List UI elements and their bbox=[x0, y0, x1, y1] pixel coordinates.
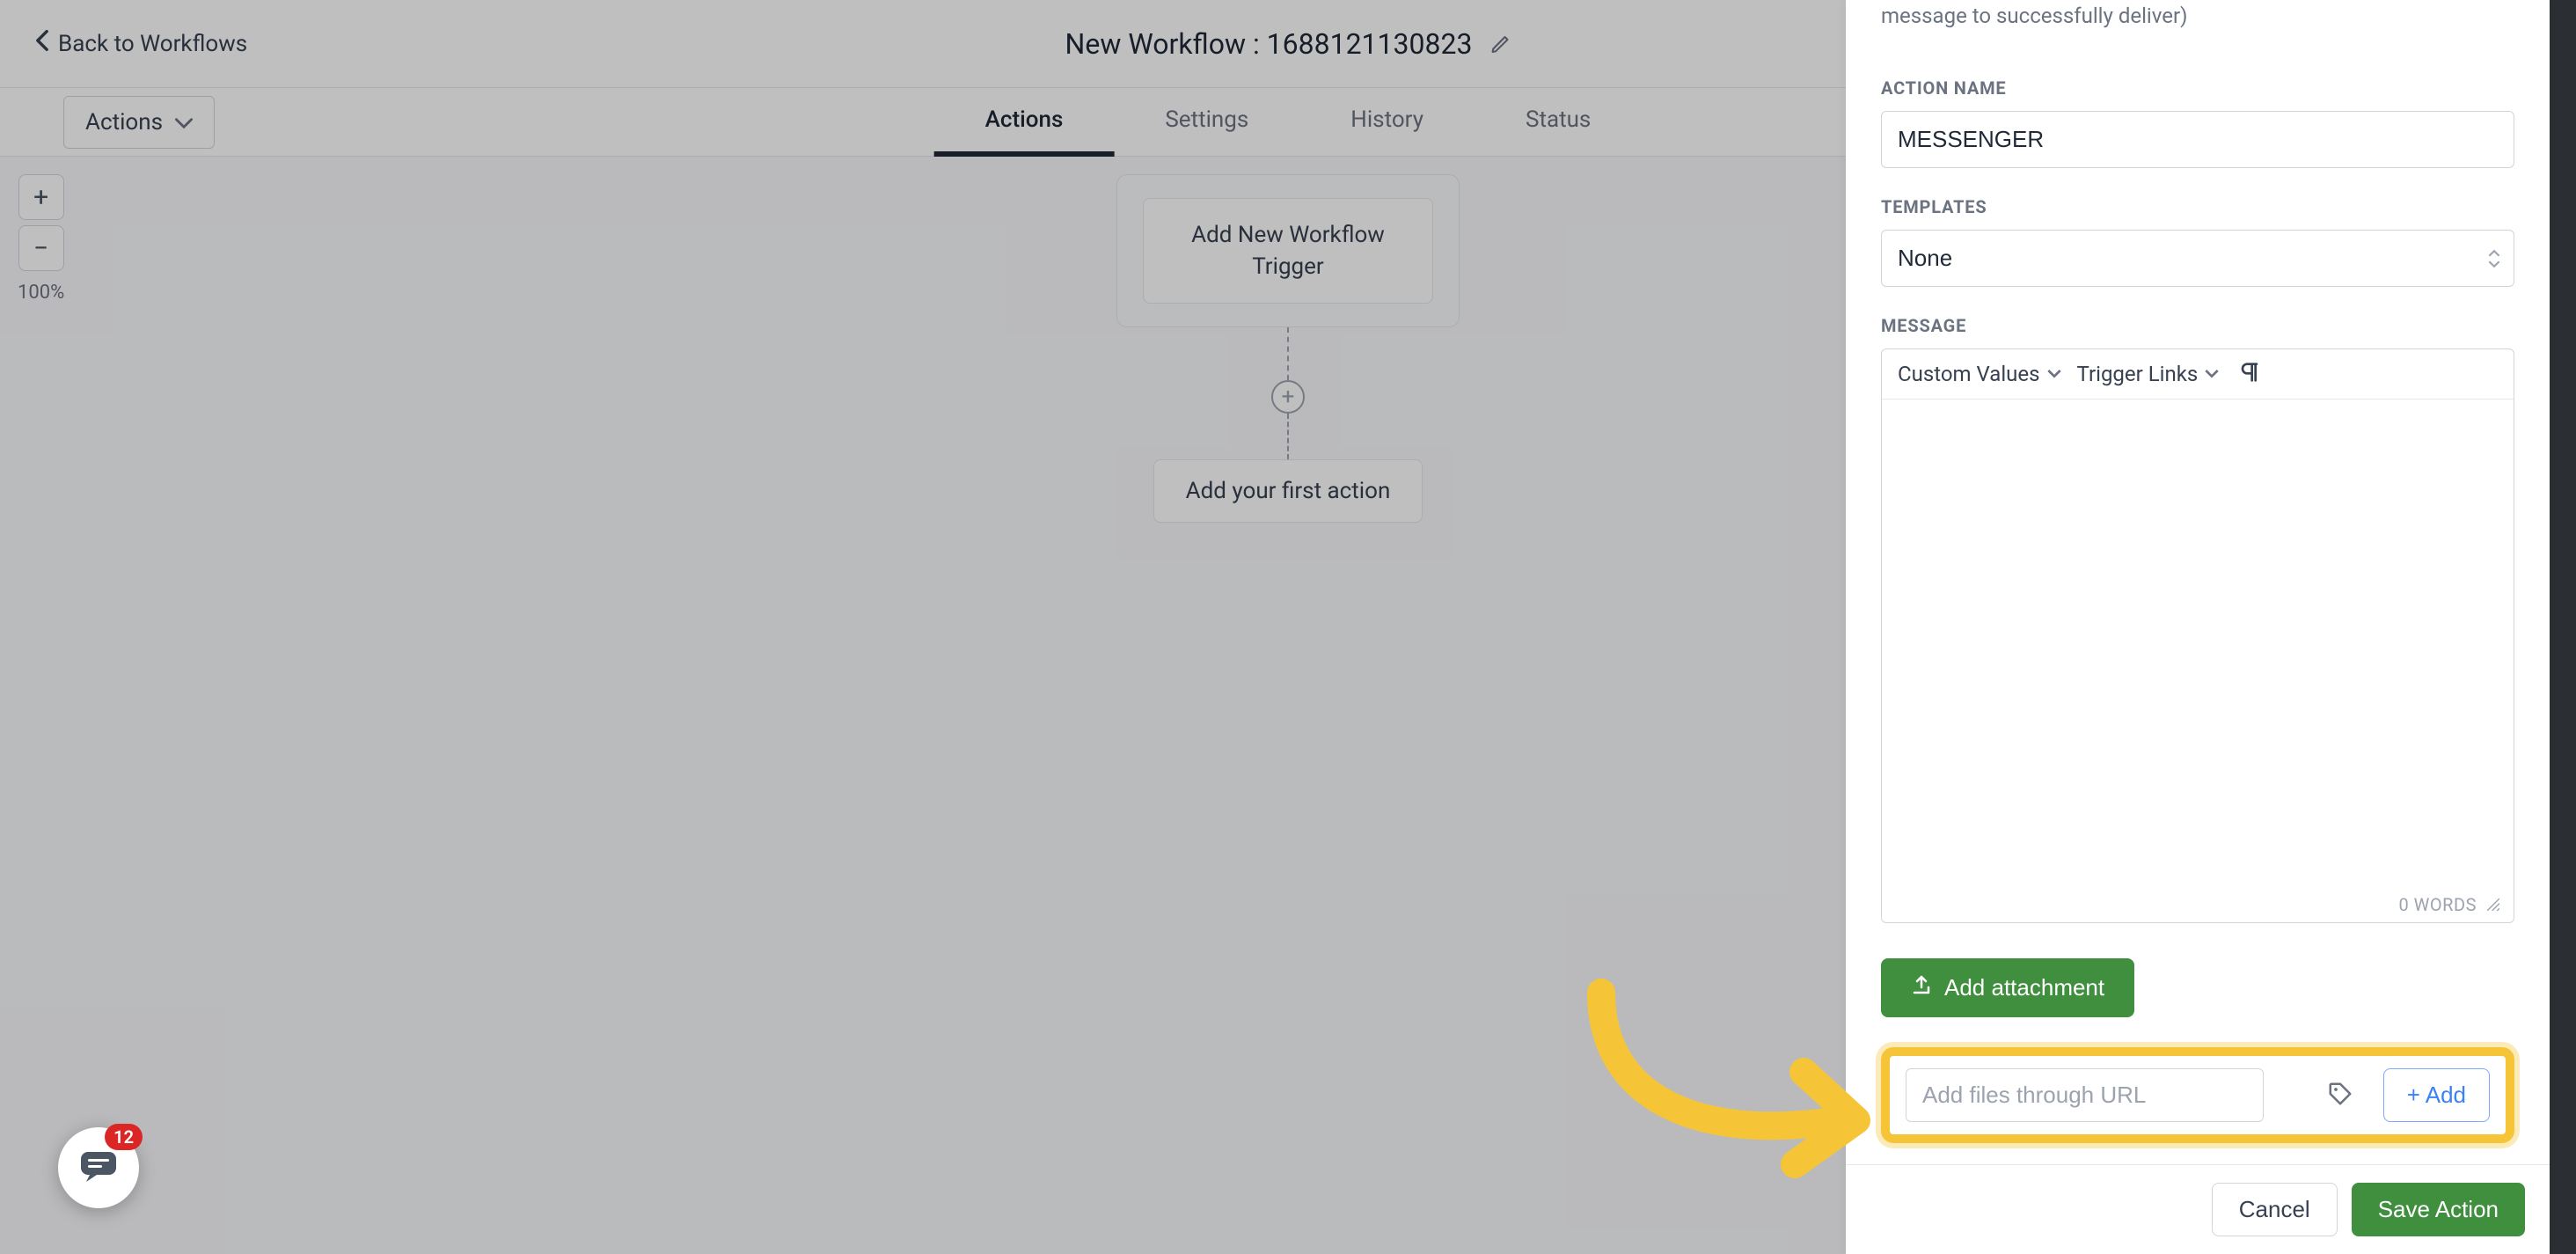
zoom-out-button[interactable]: − bbox=[18, 225, 64, 271]
action-side-panel: message to successfully deliver) ACTION … bbox=[1846, 0, 2550, 1254]
tag-icon[interactable] bbox=[2327, 1081, 2353, 1111]
add-node-button[interactable]: + bbox=[1271, 380, 1305, 414]
word-count: 0 WORDS bbox=[2398, 894, 2477, 915]
url-attachment-row: + Add bbox=[1906, 1068, 2490, 1122]
action-name-field: ACTION NAME bbox=[1881, 77, 2514, 168]
chat-icon bbox=[77, 1145, 120, 1191]
actions-dropdown-label: Actions bbox=[85, 109, 163, 136]
add-url-button[interactable]: + Add bbox=[2383, 1068, 2490, 1122]
message-textarea[interactable] bbox=[1882, 400, 2514, 885]
message-label: MESSAGE bbox=[1881, 315, 2514, 336]
chevron-left-icon bbox=[35, 30, 49, 57]
connector-line bbox=[1287, 414, 1289, 459]
chat-badge: 12 bbox=[105, 1124, 143, 1150]
back-link-label: Back to Workflows bbox=[58, 31, 247, 57]
tab-settings[interactable]: Settings bbox=[1114, 88, 1299, 157]
actions-dropdown[interactable]: Actions bbox=[63, 96, 215, 149]
zoom-in-button[interactable]: + bbox=[18, 174, 64, 220]
add-attachment-button[interactable]: Add attachment bbox=[1881, 958, 2134, 1017]
panel-footer: Cancel Save Action bbox=[1846, 1164, 2550, 1254]
edit-title-icon[interactable] bbox=[1489, 33, 1511, 55]
action-name-input[interactable] bbox=[1881, 111, 2514, 168]
message-editor: Custom Values Trigger Links 0 W bbox=[1881, 348, 2514, 923]
node-stack: Add New Workflow Trigger + Add your firs… bbox=[1116, 174, 1460, 523]
add-trigger-button[interactable]: Add New Workflow Trigger bbox=[1143, 198, 1433, 304]
action-name-label: ACTION NAME bbox=[1881, 77, 2514, 99]
message-field: MESSAGE Custom Values Trigger Links bbox=[1881, 315, 2514, 923]
file-url-input[interactable] bbox=[1906, 1068, 2264, 1122]
templates-value[interactable] bbox=[1881, 230, 2514, 287]
save-action-button[interactable]: Save Action bbox=[2352, 1183, 2525, 1236]
zoom-level-label: 100% bbox=[18, 282, 64, 304]
templates-select[interactable] bbox=[1881, 230, 2514, 287]
message-footer: 0 WORDS bbox=[1882, 889, 2514, 922]
select-sort-icon bbox=[2488, 249, 2500, 268]
chevron-down-icon bbox=[175, 109, 193, 136]
upload-icon bbox=[1911, 974, 1932, 1001]
panel-body: ACTION NAME TEMPLATES MESSAGE bbox=[1846, 51, 2550, 1164]
message-toolbar: Custom Values Trigger Links bbox=[1882, 349, 2514, 400]
trigger-links-dropdown[interactable]: Trigger Links bbox=[2077, 362, 2220, 386]
add-first-action-button[interactable]: Add your first action bbox=[1153, 459, 1423, 523]
tabs: Actions Settings History Status bbox=[934, 88, 1643, 157]
templates-field: TEMPLATES bbox=[1881, 196, 2514, 287]
zoom-controls: + − 100% bbox=[18, 174, 64, 304]
chat-widget-button[interactable]: 12 bbox=[58, 1127, 139, 1208]
url-input-wrap bbox=[1906, 1068, 2366, 1122]
trigger-card: Add New Workflow Trigger bbox=[1116, 174, 1460, 327]
resize-handle-icon[interactable] bbox=[2487, 894, 2499, 915]
workflow-title: New Workflow : 1688121130823 bbox=[1065, 27, 1473, 61]
templates-label: TEMPLATES bbox=[1881, 196, 2514, 217]
url-attachment-highlight: + Add bbox=[1881, 1047, 2514, 1143]
tab-history[interactable]: History bbox=[1299, 88, 1475, 157]
custom-values-dropdown[interactable]: Custom Values bbox=[1898, 362, 2061, 386]
paragraph-icon[interactable] bbox=[2240, 362, 2259, 386]
tab-actions[interactable]: Actions bbox=[934, 88, 1115, 157]
tab-status[interactable]: Status bbox=[1475, 88, 1642, 157]
right-edge-strip bbox=[2550, 0, 2576, 1254]
cancel-button[interactable]: Cancel bbox=[2212, 1183, 2338, 1236]
connector-line bbox=[1287, 327, 1289, 380]
workflow-title-wrap: New Workflow : 1688121130823 bbox=[1065, 27, 1511, 61]
panel-header-note: message to successfully deliver) bbox=[1846, 0, 2550, 51]
back-to-workflows-link[interactable]: Back to Workflows bbox=[35, 30, 247, 57]
